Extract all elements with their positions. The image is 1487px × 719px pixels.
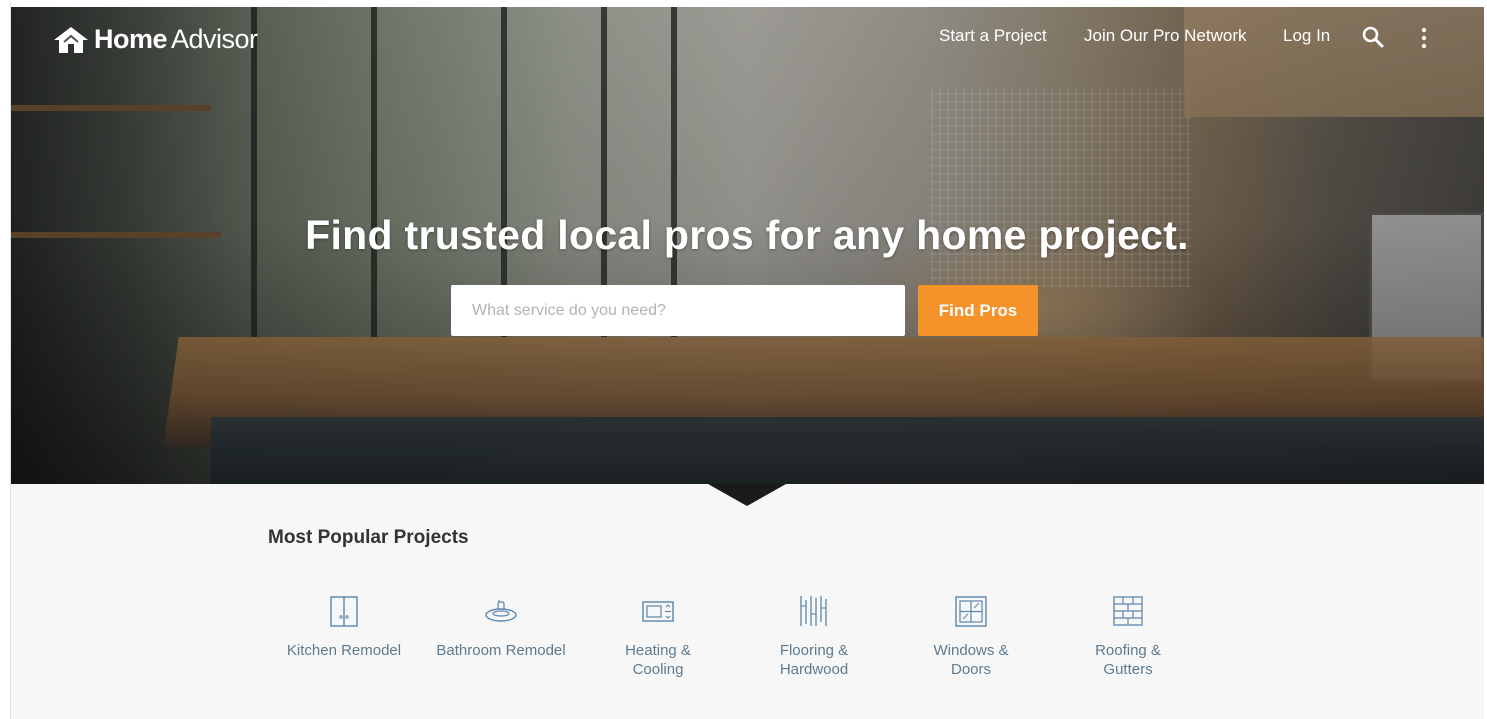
brick-icon bbox=[1113, 596, 1143, 626]
bathtub-icon bbox=[485, 600, 517, 622]
project-bathroom-remodel[interactable]: Bathroom Remodel bbox=[421, 594, 581, 660]
logo-text-light: Advisor bbox=[171, 24, 258, 54]
project-label-line1: Heating & bbox=[625, 642, 691, 659]
logo-text-bold: Home bbox=[94, 24, 168, 54]
section-pointer-arrow bbox=[708, 484, 786, 506]
find-pros-button[interactable]: Find Pros bbox=[918, 285, 1038, 336]
project-label: Kitchen Remodel bbox=[286, 642, 402, 659]
project-label-line1: Windows & bbox=[933, 642, 1009, 659]
project-label-line1: Flooring & bbox=[779, 642, 849, 659]
nav-start-project[interactable]: Start a Project bbox=[939, 26, 1047, 46]
project-label-line2: Doors bbox=[950, 661, 991, 678]
window-left-border bbox=[0, 0, 11, 719]
project-label-line2: Gutters bbox=[1103, 661, 1153, 678]
project-label: Roofing & Gutters bbox=[1048, 641, 1208, 679]
search-icon[interactable] bbox=[1361, 25, 1385, 49]
project-windows-doors[interactable]: Windows & Doors bbox=[891, 594, 1051, 679]
project-label-line2: Hardwood bbox=[779, 661, 849, 678]
nav-log-in[interactable]: Log In bbox=[1283, 26, 1330, 46]
flooring-icon bbox=[800, 596, 827, 626]
project-label: Heating & Cooling bbox=[578, 641, 738, 679]
project-flooring-hardwood[interactable]: Flooring & Hardwood bbox=[734, 594, 894, 679]
nav-join-pro-network[interactable]: Join Our Pro Network bbox=[1084, 26, 1247, 46]
window-icon bbox=[955, 596, 987, 627]
project-label: Flooring & Hardwood bbox=[734, 641, 894, 679]
project-label: Bathroom Remodel bbox=[436, 642, 566, 659]
vertical-dots-icon[interactable] bbox=[1416, 26, 1432, 50]
kitchen-cabinet-icon bbox=[330, 596, 358, 627]
thermostat-icon bbox=[642, 601, 674, 622]
project-label: Windows & Doors bbox=[891, 641, 1051, 679]
project-label-line1: Roofing & bbox=[1095, 642, 1161, 659]
popular-projects-title: Most Popular Projects bbox=[268, 527, 469, 548]
service-search-input[interactable] bbox=[451, 285, 905, 336]
project-heating-cooling[interactable]: Heating & Cooling bbox=[578, 594, 738, 679]
hero-title: Find trusted local pros for any home pro… bbox=[305, 212, 1189, 258]
project-roofing-gutters[interactable]: Roofing & Gutters bbox=[1048, 594, 1208, 679]
window-top-border bbox=[0, 0, 1487, 7]
project-kitchen-remodel[interactable]: Kitchen Remodel bbox=[264, 594, 424, 660]
homeadvisor-logo[interactable]: Home Advisor bbox=[52, 24, 258, 55]
project-label-line2: Cooling bbox=[632, 661, 684, 678]
house-icon bbox=[54, 26, 88, 53]
